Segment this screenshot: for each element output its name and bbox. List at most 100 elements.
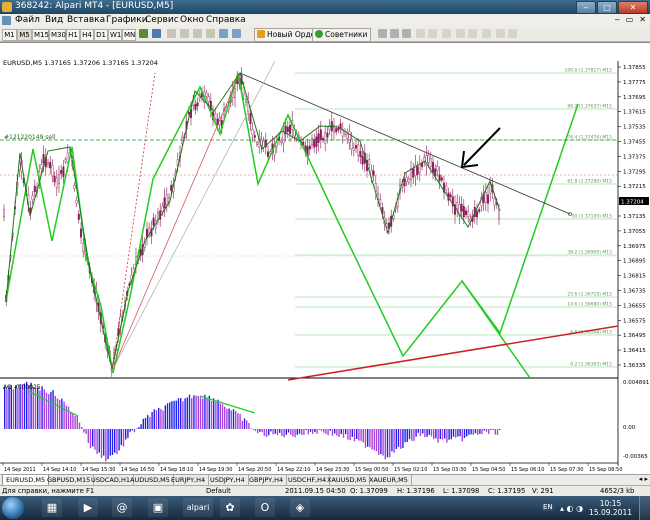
ao-bar <box>111 429 114 456</box>
zoom-out-icon[interactable] <box>428 29 437 38</box>
candle-body <box>357 144 360 156</box>
ao-bar <box>283 429 285 438</box>
language-indicator[interactable]: EN <box>542 503 554 511</box>
periods-icon[interactable] <box>496 29 505 38</box>
candle-body <box>40 164 43 170</box>
price-chart[interactable]: 100.0 (1.37817) M15 88.2 (1.37637) M15 76.… <box>0 43 650 475</box>
clock[interactable]: 10:15 15.09.2011 <box>589 499 632 517</box>
bar-chart-icon[interactable] <box>378 29 387 38</box>
taskbar-opera-icon[interactable]: O <box>255 498 275 517</box>
mdi-close-button[interactable]: ✕ <box>639 15 646 24</box>
taskbar-browser-icon[interactable]: @ <box>112 498 132 517</box>
navigator-icon[interactable] <box>193 29 202 38</box>
tab-xauusd-m5[interactable]: XAUUSD,M5 <box>324 475 371 485</box>
candle-body <box>55 177 58 188</box>
title-bar: 368242: Alpari MT4 - [EURUSD,M5] ‒ □ ✕ <box>0 0 650 14</box>
ao-bar <box>261 429 263 433</box>
candle-body <box>79 228 82 238</box>
menu-window[interactable]: Окно <box>180 15 204 25</box>
profiles-icon[interactable] <box>152 29 161 38</box>
mdi-restore-button[interactable]: ▭ <box>626 15 634 24</box>
taskbar-explorer-icon[interactable]: ▦ <box>42 498 62 517</box>
timeframe-m15[interactable]: M15 <box>32 29 49 41</box>
timeframe-m1[interactable]: M1 <box>2 29 17 41</box>
timeframe-w1[interactable]: W1 <box>108 29 122 41</box>
ao-bar <box>195 395 197 429</box>
timeframe-mn[interactable]: MN <box>122 29 136 41</box>
timeframe-m5[interactable]: M5 <box>17 29 32 41</box>
price-tick-label: 1.37615 <box>623 110 646 116</box>
menu-tools[interactable]: Сервис <box>145 15 179 25</box>
support-trendline[interactable] <box>287 325 619 381</box>
templates-icon[interactable] <box>508 29 517 38</box>
tab-gbpjpy-h4[interactable]: GBPJPY,H4 <box>246 475 288 485</box>
maximize-button[interactable]: □ <box>597 1 617 14</box>
start-button[interactable] <box>2 497 24 519</box>
red-ray-line[interactable] <box>111 72 241 372</box>
data-window-icon[interactable] <box>180 29 189 38</box>
tab-eurjpy-h4[interactable]: EURJPY,H4 <box>168 475 210 485</box>
taskbar-icq-icon[interactable]: ✿ <box>220 498 240 517</box>
resistance-trendline[interactable] <box>239 72 571 215</box>
fib-level-label: 88.2 (1.37637) M15 <box>567 104 612 110</box>
tab-xaueur-m5[interactable]: XAUEUR,M5 <box>366 475 412 485</box>
menu-view[interactable]: Вид <box>45 15 63 25</box>
candle-body <box>3 209 6 217</box>
ao-bar <box>483 429 485 431</box>
tester-icon[interactable] <box>219 29 228 38</box>
fibonacci-levels[interactable]: 100.0 (1.37817) M15 88.2 (1.37637) M15 76.… <box>295 68 618 368</box>
menu-file[interactable]: Файл <box>15 15 40 25</box>
mdi-minimize-button[interactable]: ‒ <box>615 15 620 24</box>
market-watch-icon[interactable] <box>167 29 176 38</box>
tab-scroll-arrows-icon[interactable]: ◂ ▸ <box>639 475 648 483</box>
timeframe-d1[interactable]: D1 <box>94 29 108 41</box>
zigzag-long[interactable] <box>5 72 531 379</box>
tile-windows-icon[interactable] <box>442 29 451 38</box>
zigzag-short[interactable] <box>5 71 501 370</box>
indicators-icon[interactable] <box>482 29 491 38</box>
candlestick-icon[interactable] <box>390 29 399 38</box>
show-desktop-button[interactable] <box>639 496 650 520</box>
ao-bar <box>364 429 367 448</box>
menu-help[interactable]: Справка <box>206 15 246 25</box>
menu-charts[interactable]: Графики <box>106 15 148 25</box>
taskbar-app-icon[interactable]: ◈ <box>290 498 310 517</box>
price-tick-label: 1.37375 <box>623 154 646 160</box>
tray-icons[interactable]: ▴ ◐ ◑ <box>560 504 583 513</box>
tab-gbpusd-m15[interactable]: GBPUSD,M15 <box>44 475 95 485</box>
taskbar-media-icon[interactable]: ▶ <box>78 498 98 517</box>
candle-body <box>379 199 382 204</box>
ao-bar <box>303 429 305 435</box>
ao-bar <box>356 429 358 440</box>
timeframe-h4[interactable]: H4 <box>80 29 94 41</box>
candle-body <box>251 128 254 135</box>
ao-bar <box>347 429 349 440</box>
expert-advisors-button[interactable]: Советники <box>312 28 372 42</box>
ao-bar <box>98 429 100 453</box>
timeframe-h1[interactable]: H1 <box>66 29 80 41</box>
terminal-icon[interactable] <box>206 29 215 38</box>
candle-body <box>280 140 283 143</box>
tab-usdjpy-h4[interactable]: USDJPY,H4 <box>207 475 249 485</box>
ao-bar <box>466 429 468 437</box>
chart-window-icon[interactable] <box>2 16 11 25</box>
taskbar-folder-icon[interactable]: ▣ <box>148 498 168 517</box>
chart-window[interactable]: 100.0 (1.37817) M15 88.2 (1.37637) M15 76.… <box>0 42 650 475</box>
close-button[interactable]: ✕ <box>618 1 648 14</box>
timeframe-m30[interactable]: M30 <box>49 29 66 41</box>
ao-bar <box>177 398 180 429</box>
chart-shift-icon[interactable] <box>468 29 477 38</box>
line-chart-icon[interactable] <box>402 29 411 38</box>
new-chart-icon[interactable] <box>139 29 148 38</box>
ao-bar <box>129 429 131 432</box>
history-icon[interactable] <box>232 29 241 38</box>
zigzag-projection[interactable] <box>461 103 579 335</box>
red-dotted-line[interactable] <box>111 72 156 372</box>
status-datetime: 2011.09.15 04:50 <box>285 487 346 495</box>
autoscroll-icon[interactable] <box>456 29 465 38</box>
minimize-button[interactable]: ‒ <box>576 1 596 14</box>
zoom-in-icon[interactable] <box>416 29 425 38</box>
taskbar-alpari-icon[interactable]: alpari <box>183 498 213 517</box>
menu-insert[interactable]: Вставка <box>67 15 105 25</box>
tab-audusd-m5[interactable]: AUDUSD,M5 <box>127 475 174 485</box>
